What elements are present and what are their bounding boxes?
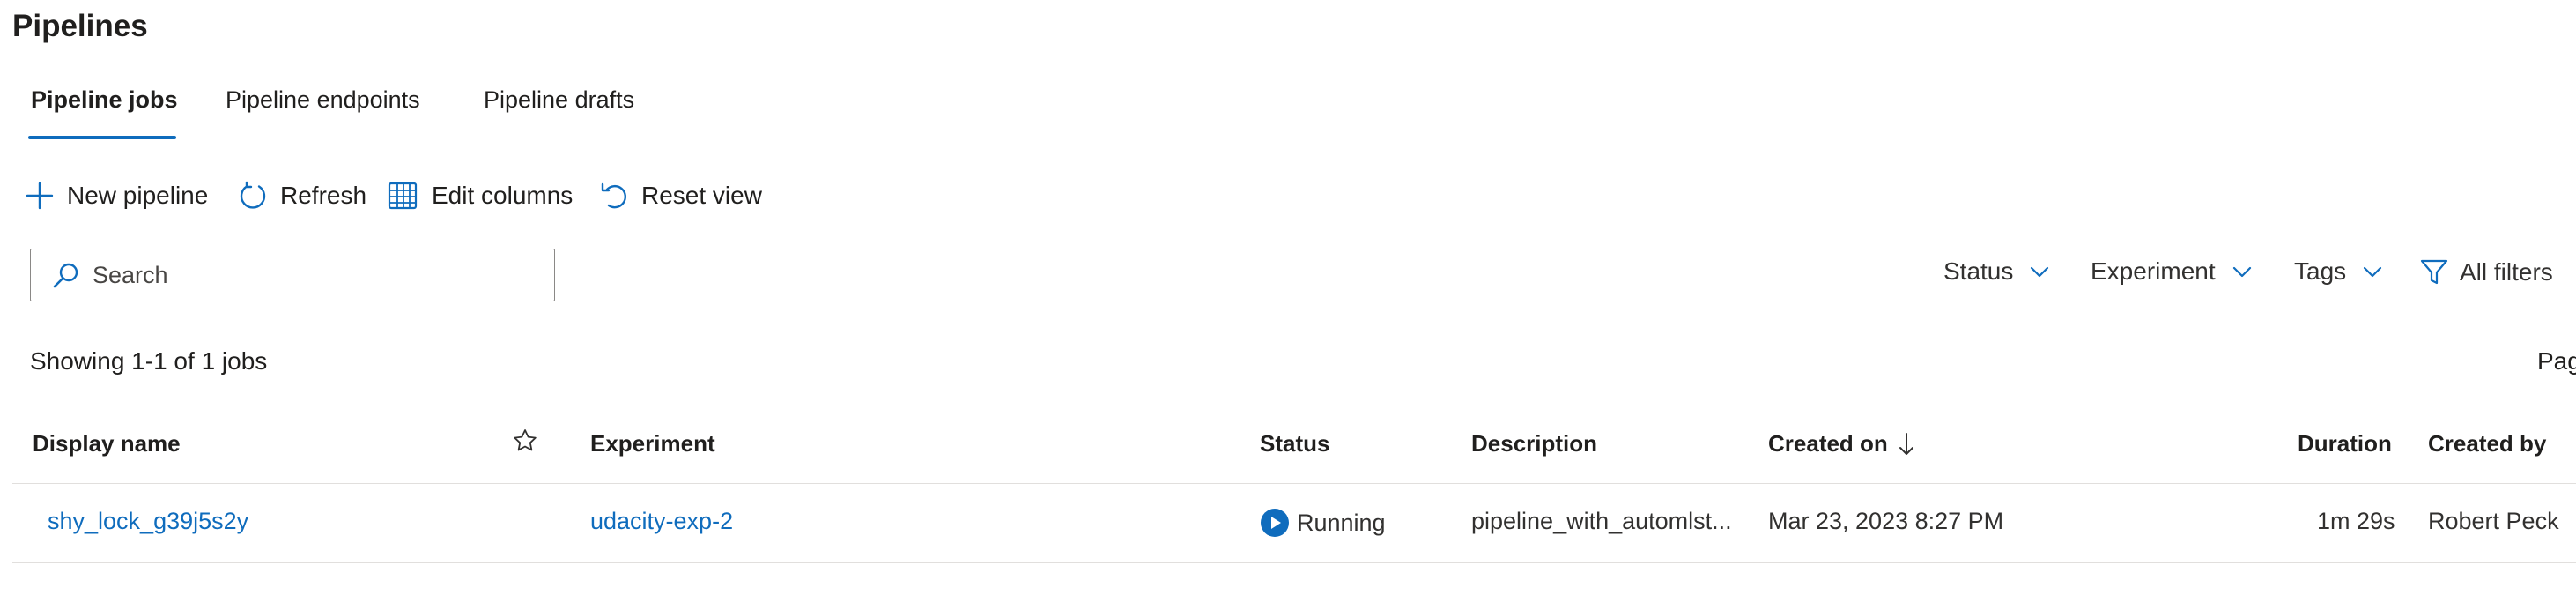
tab-pipeline-drafts[interactable]: Pipeline drafts — [484, 86, 634, 114]
all-filters-button[interactable]: All filters — [2419, 257, 2553, 287]
page-title: Pipelines — [12, 9, 148, 43]
status-label: Running — [1297, 509, 1386, 536]
row-divider — [12, 562, 2576, 563]
refresh-label: Refresh — [280, 182, 367, 209]
column-header-experiment[interactable]: Experiment — [590, 430, 715, 458]
table-row-created-by: Robert Peck — [2428, 508, 2559, 534]
all-filters-label: All filters — [2460, 258, 2553, 286]
status-badge: Running — [1260, 508, 1386, 538]
edit-columns-icon — [388, 182, 418, 210]
chevron-down-icon — [2232, 266, 2251, 278]
filter-icon — [2420, 259, 2448, 285]
tags-filter[interactable]: Tags — [2294, 257, 2383, 286]
experiment-filter-label: Experiment — [2091, 257, 2216, 285]
search-placeholder: Search — [93, 261, 168, 288]
tags-filter-label: Tags — [2294, 257, 2347, 285]
search-input[interactable]: Search — [30, 249, 555, 302]
table-row-display-name[interactable]: shy_lock_g39j5s2y — [48, 508, 248, 535]
refresh-icon — [240, 181, 266, 209]
table-row-created-on: Mar 23, 2023 8:27 PM — [1768, 508, 2004, 534]
chevron-down-icon — [2031, 266, 2049, 278]
edit-columns-button[interactable]: Edit columns — [388, 176, 573, 215]
column-header-created-by[interactable]: Created by — [2428, 430, 2546, 458]
display-name-link[interactable]: shy_lock_g39j5s2y — [48, 508, 248, 535]
column-header-created-on[interactable]: Created on — [1768, 430, 1916, 458]
new-pipeline-button[interactable]: New pipeline — [25, 176, 208, 215]
column-header-description[interactable]: Description — [1471, 430, 1597, 458]
table-row-experiment[interactable]: udacity-exp-2 — [590, 508, 733, 535]
column-header-duration[interactable]: Duration — [2298, 430, 2392, 458]
table-row-description: pipeline_with_automlst... — [1471, 508, 1732, 534]
experiment-filter[interactable]: Experiment — [2091, 257, 2253, 286]
column-header-display-name[interactable]: Display name — [33, 430, 181, 458]
status-filter-label: Status — [1943, 257, 2014, 285]
active-tab-indicator — [28, 136, 176, 139]
reset-view-button[interactable]: Reset view — [599, 176, 762, 215]
sort-down-icon — [1899, 432, 1913, 455]
plus-icon — [26, 182, 54, 210]
experiment-link[interactable]: udacity-exp-2 — [590, 508, 733, 535]
tab-pipeline-jobs[interactable]: Pipeline jobs — [31, 86, 178, 114]
tab-pipeline-endpoints[interactable]: Pipeline endpoints — [226, 86, 420, 114]
column-header-status[interactable]: Status — [1260, 430, 1329, 458]
refresh-button[interactable]: Refresh — [238, 176, 366, 215]
star-icon — [514, 429, 537, 451]
status-filter[interactable]: Status — [1943, 257, 2050, 286]
reset-icon — [601, 182, 626, 209]
edit-columns-label: Edit columns — [432, 182, 574, 209]
favorite-column-header[interactable] — [513, 428, 537, 453]
created-on-label: Created on — [1768, 430, 1888, 457]
pagination-label: Pag — [2537, 347, 2576, 375]
table-row-duration: 1m 29s — [2317, 508, 2395, 534]
new-pipeline-label: New pipeline — [67, 182, 209, 209]
chevron-down-icon — [2364, 266, 2382, 278]
running-icon — [1261, 509, 1289, 537]
results-count: Showing 1-1 of 1 jobs — [30, 347, 268, 375]
header-divider — [12, 483, 2576, 484]
reset-view-label: Reset view — [641, 182, 762, 209]
search-icon — [53, 263, 78, 288]
